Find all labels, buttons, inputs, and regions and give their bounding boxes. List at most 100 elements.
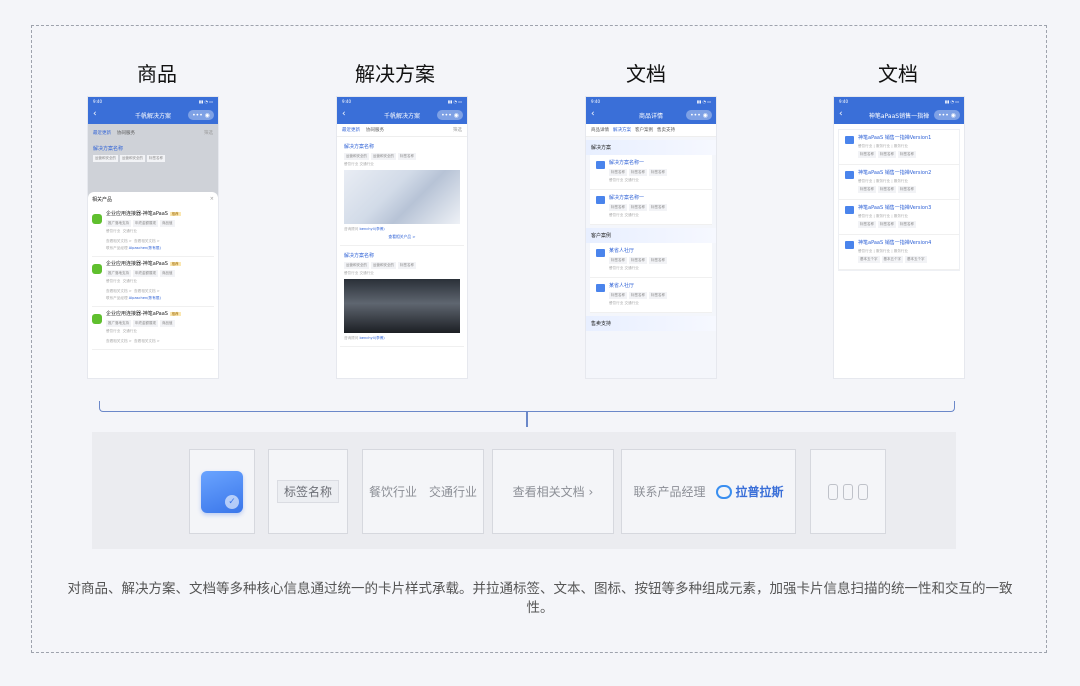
tag-chip: 标签名称	[609, 169, 627, 176]
contact-name[interactable]: Alpaschen(陈有限)	[129, 246, 161, 250]
tag-chip: 标签名称	[858, 221, 876, 228]
consultant-name[interactable]: benchyli(李博)	[360, 336, 385, 340]
contact-name[interactable]: 拉普拉斯	[736, 483, 784, 500]
industry-text: 交通行业	[122, 329, 138, 333]
back-icon[interactable]: ‹	[839, 109, 843, 119]
solution-card[interactable]: 解决方案名称 运营和安全的 运营和安全的 标签名称 餐饮行业 交通行业 咨询顾问 b…	[340, 140, 464, 246]
tag-chip: 标签名称	[629, 204, 647, 211]
doc-link[interactable]: 查看相关文档 >	[134, 239, 160, 243]
product-card[interactable]: 企业应用连接器-神笔aPaaS 推荐 推广落地支持 年终金额展现 商品值 餐饮行业 …	[92, 257, 214, 307]
component-icon: ✓	[189, 449, 255, 534]
item-title: 解决方案名称一	[609, 195, 645, 201]
solution-image	[344, 170, 460, 224]
tab-solutions[interactable]: 解决方案	[613, 127, 631, 133]
tab-detail[interactable]: 商品详情	[591, 127, 609, 133]
tag-chip: 运营和安全的	[371, 153, 396, 160]
tag-label: 标签名称	[276, 480, 339, 503]
tag-chip: 商品值	[160, 320, 175, 327]
product-name: 企业应用连接器-神笔aPaaS	[106, 211, 168, 217]
doc-meta: 餐饮行业 | 服务行业 | 服务行业	[858, 144, 909, 148]
doc-item[interactable]: 神笔aPaaS 销售一指禅Version1 餐饮行业 | 服务行业 | 服务行业…	[839, 130, 959, 165]
solution-image	[344, 279, 460, 333]
contact-label: 联系产品经理	[106, 296, 128, 300]
product-logo-icon	[92, 314, 102, 324]
filter-button[interactable]: 筛选	[204, 130, 213, 136]
case-item[interactable]: 某省人社厅 标签名称 标签名称 标签名称 餐饮行业 交通行业	[590, 278, 712, 313]
tag-chip: 推广落地支持	[106, 220, 131, 227]
signal-icon: ▮▮ ◔ ▭	[447, 99, 462, 104]
tag-chip: 推广落地支持	[106, 270, 131, 277]
capsule-menu-icon[interactable]: ••• ◉	[686, 110, 712, 120]
tab-support[interactable]: 售卖支持	[657, 127, 675, 133]
tab-collab[interactable]: 协同服务	[117, 130, 135, 136]
doc-item[interactable]: 神笔aPaaS 销售一指禅Version2 餐饮行业 | 服务行业 | 服务行业…	[839, 165, 959, 200]
tag-chip: 运营和安全的	[344, 153, 369, 160]
view-products-link[interactable]: 查看相关产品 >	[344, 234, 460, 240]
consultant-name[interactable]: benchyli(李博)	[360, 227, 385, 231]
doc-title: 神笔aPaaS 销售一指禅Version2	[858, 170, 932, 176]
column-title-docs-2: 文档	[878, 62, 918, 86]
doc-icon	[845, 171, 854, 179]
signal-icon: ▮▮ ◔ ▭	[198, 99, 213, 104]
back-icon[interactable]: ‹	[342, 109, 346, 119]
back-icon[interactable]: ‹	[93, 109, 97, 119]
nav-bar: ‹ 商品详情 ••• ◉	[586, 106, 716, 124]
tag-chip: 标签名称	[649, 169, 667, 176]
capsule-menu-icon[interactable]: ••• ◉	[188, 110, 214, 120]
tag-chip: 商品值	[160, 270, 175, 277]
phone-doc-list: 9:40 ▮▮ ◔ ▭ ‹ 神笔aPaaS销售一指禅 ••• ◉ 神笔aPaaS …	[834, 97, 964, 378]
doc-title: 神笔aPaaS 销售一指禅Version4	[858, 240, 932, 246]
case-item[interactable]: 某省人社厅 标签名称 标签名称 标签名称 餐饮行业 交通行业	[590, 243, 712, 278]
tag-chip: 基本五个字	[858, 256, 880, 263]
tag-chip: 运营和安全的	[371, 262, 396, 269]
column-title-solutions: 解决方案	[355, 62, 435, 86]
contact-name[interactable]: Alpaschen(陈有限)	[129, 296, 161, 300]
capsule-menu-icon[interactable]: ••• ◉	[934, 110, 960, 120]
nav-title: 商品详情	[638, 112, 663, 120]
item-title: 某省人社厅	[609, 283, 635, 289]
doc-link[interactable]: 查看相关文档 >	[106, 339, 132, 343]
view-docs-link[interactable]: 查看相关文档	[513, 483, 585, 500]
doc-item[interactable]: 神笔aPaaS 销售一指禅Version4 餐饮行业 | 服务行业 | 服务行业…	[839, 235, 959, 270]
solution-item[interactable]: 解决方案名称一 标签名称 标签名称 标签名称 餐饮行业 交通行业	[590, 190, 712, 225]
tab-recent[interactable]: 最近更新	[93, 130, 111, 136]
capsule-menu-icon[interactable]: ••• ◉	[437, 110, 463, 120]
status-bar: 9:40 ▮▮ ◔ ▭	[337, 97, 467, 106]
filter-button[interactable]: 筛选	[453, 127, 462, 133]
item-title: 某省人社厅	[609, 248, 635, 254]
tab-collab[interactable]: 协同服务	[366, 127, 384, 133]
status-bar: 9:40 ▮▮ ◔ ▭	[586, 97, 716, 106]
tag-chip: 年终金额展现	[133, 320, 158, 327]
section-support: 售卖支持	[586, 316, 716, 331]
close-icon[interactable]: ×	[210, 196, 214, 203]
industry-text: 交通行业	[122, 279, 138, 283]
contact-label: 联系产品经理	[633, 485, 706, 499]
product-card[interactable]: 企业应用连接器-神笔aPaaS 推荐 推广落地支持 年终金额展现 商品值 餐饮行业 …	[92, 307, 214, 350]
back-icon[interactable]: ‹	[591, 109, 595, 119]
doc-link[interactable]: 查看相关文档 >	[106, 239, 132, 243]
column-title-products: 商品	[137, 62, 177, 86]
product-card[interactable]: 企业应用连接器-神笔aPaaS 推荐 推广落地支持 年终金额展现 商品值 餐饮行业 …	[92, 207, 214, 257]
solution-card[interactable]: 解决方案名称 运营和安全的 运营和安全的 标签名称 餐饮行业 交通行业 咨询顾问 b…	[340, 249, 464, 347]
section-solutions: 解决方案	[586, 140, 716, 155]
bracket-stem	[526, 411, 528, 427]
tag-chip: 标签名称	[878, 221, 896, 228]
tag-chip: 运营和安全的	[344, 262, 369, 269]
tag-chip: 标签名称	[858, 186, 876, 193]
tag-chip: 运营和安全的	[93, 155, 118, 162]
tag-chip: 标签名称	[147, 155, 165, 162]
doc-item[interactable]: 神笔aPaaS 销售一指禅Version3 餐饮行业 | 服务行业 | 服务行业…	[839, 200, 959, 235]
column-title-docs: 文档	[626, 62, 666, 86]
industry-text: 餐饮行业	[368, 485, 417, 499]
signal-icon: ▮▮ ◔ ▭	[944, 99, 959, 104]
consultant-label: 咨询顾问	[344, 336, 359, 340]
chat-icon	[715, 484, 732, 499]
tab-recent[interactable]: 最近更新	[342, 127, 360, 133]
solution-item[interactable]: 解决方案名称一 标签名称 标签名称 标签名称 餐饮行业 交通行业	[590, 155, 712, 190]
doc-icon	[845, 241, 854, 249]
doc-link[interactable]: 查看相关文档 >	[134, 289, 160, 293]
doc-link[interactable]: 查看相关文档 >	[106, 289, 132, 293]
tab-cases[interactable]: 客户案例	[635, 127, 653, 133]
tag-chip: 标签名称	[398, 262, 416, 269]
doc-link[interactable]: 查看相关文档 >	[134, 339, 160, 343]
